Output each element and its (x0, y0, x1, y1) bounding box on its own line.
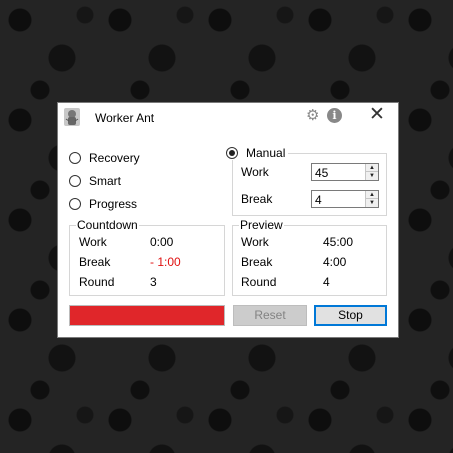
radio-circle[interactable] (69, 198, 81, 210)
radio-smart[interactable]: Smart (69, 174, 121, 188)
spin-up-arrow-icon[interactable]: ▲ (366, 191, 378, 199)
worker-ant-window: Worker Ant ⚙ i ✕ Recovery Smart Progress… (57, 102, 399, 338)
spin-up-arrow-icon[interactable]: ▲ (366, 164, 378, 172)
work-minutes-value[interactable]: 45 (315, 166, 328, 180)
stop-button[interactable]: Stop (314, 305, 387, 326)
countdown-work-label: Work (79, 235, 107, 249)
countdown-work-value: 0:00 (150, 235, 174, 249)
preview-work-label: Work (241, 235, 269, 249)
title-bar[interactable]: Worker Ant ⚙ i ✕ (58, 103, 398, 131)
preview-break-value: 4:00 (323, 255, 347, 269)
radio-progress[interactable]: Progress (69, 197, 137, 211)
progress-bar (69, 305, 225, 326)
countdown-break-value: - 1:00 (150, 255, 181, 269)
countdown-break-label: Break (79, 255, 111, 269)
radio-manual-label: Manual (246, 146, 286, 160)
countdown-round-label: Round (79, 275, 115, 289)
gear-icon[interactable]: ⚙ (306, 108, 319, 124)
radio-circle[interactable] (69, 152, 81, 164)
radio-circle-checked[interactable] (226, 147, 238, 159)
progress-fill (70, 306, 224, 325)
preview-round-label: Round (241, 275, 277, 289)
manual-break-label: Break (241, 192, 273, 206)
radio-circle[interactable] (69, 175, 81, 187)
preview-round-value: 4 (323, 275, 330, 289)
countdown-round-value: 3 (150, 275, 157, 289)
preview-title: Preview (239, 218, 284, 232)
manual-work-label: Work (241, 165, 269, 179)
ant-logo-icon (64, 108, 80, 126)
radio-manual[interactable]: Manual (226, 146, 289, 160)
radio-smart-label: Smart (89, 174, 122, 188)
radio-progress-label: Progress (89, 197, 138, 211)
spin-down-arrow-icon[interactable]: ▼ (366, 172, 378, 180)
break-minutes-stepper[interactable]: 4 ▲ ▼ (311, 190, 379, 208)
window-title: Worker Ant (95, 111, 155, 125)
work-minutes-stepper[interactable]: 45 ▲ ▼ (311, 163, 379, 181)
spin-down-arrow-icon[interactable]: ▼ (366, 199, 378, 207)
preview-break-label: Break (241, 255, 273, 269)
reset-button[interactable]: Reset (233, 305, 307, 326)
countdown-title: Countdown (76, 218, 139, 232)
radio-recovery-label: Recovery (89, 151, 140, 165)
info-icon[interactable]: i (327, 108, 342, 123)
radio-recovery[interactable]: Recovery (69, 151, 140, 165)
close-icon[interactable]: ✕ (369, 105, 385, 125)
break-minutes-value[interactable]: 4 (315, 193, 322, 207)
preview-work-value: 45:00 (323, 235, 354, 249)
